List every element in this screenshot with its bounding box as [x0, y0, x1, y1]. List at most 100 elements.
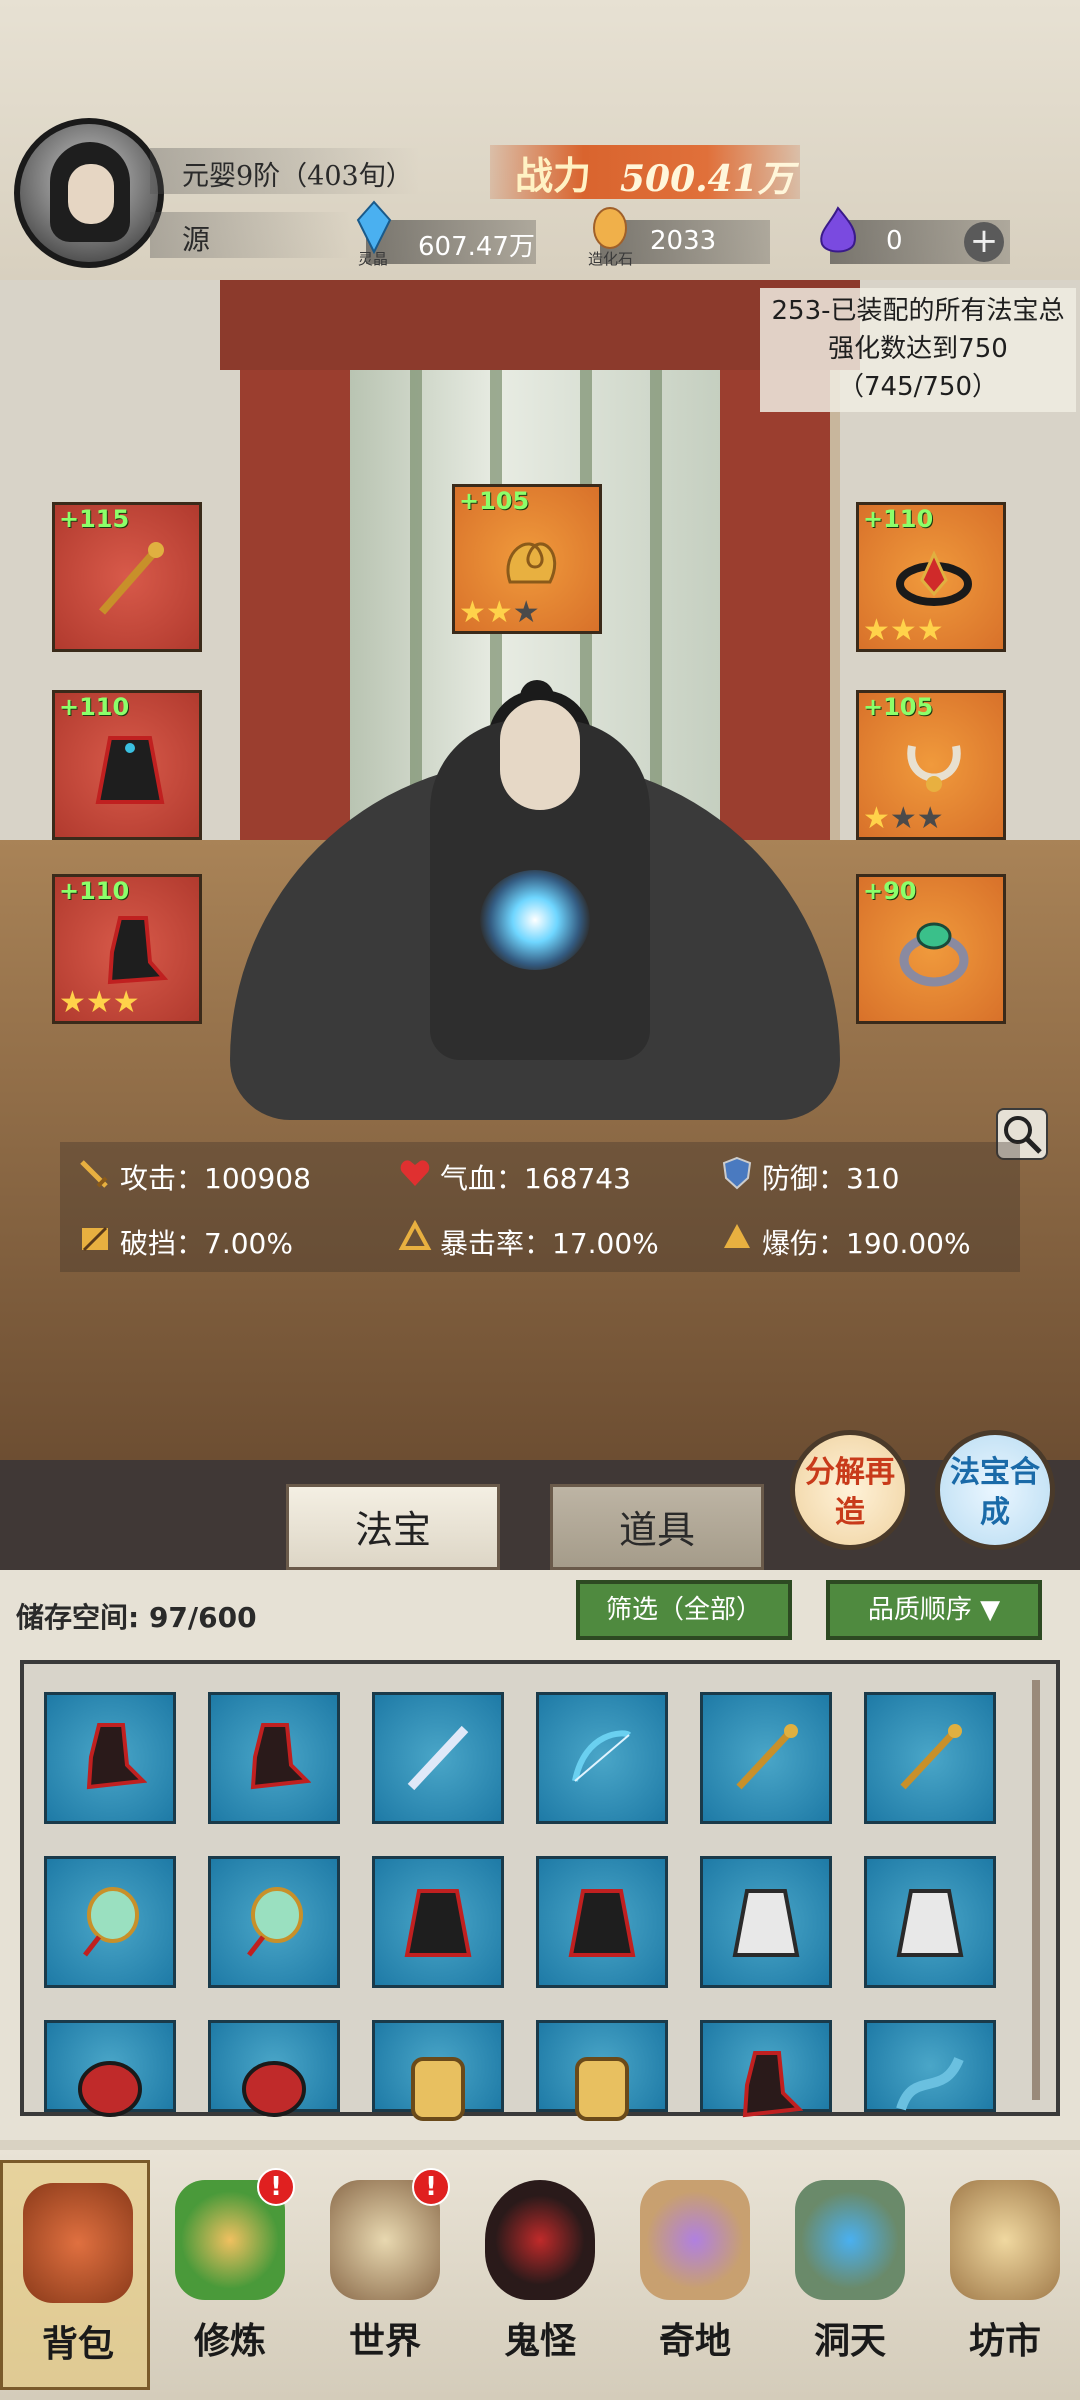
add-resource-button[interactable]: + — [964, 222, 1004, 262]
dragon-icon — [896, 2056, 964, 2111]
nav-wonderland[interactable]: 奇地 — [620, 2160, 770, 2390]
nav-label: 背包 — [41, 2323, 114, 2365]
break-icon — [82, 1226, 108, 1252]
tab-treasure[interactable]: 法宝 — [286, 1484, 500, 1570]
hp-stat: 气血：168743 — [440, 1162, 631, 1195]
nav-world[interactable]: ! 世界 — [310, 2160, 460, 2390]
chevron-down-icon: ▼ — [980, 1595, 1001, 1625]
heart-icon — [400, 1160, 430, 1186]
break-stat: 破挡：7.00% — [120, 1227, 293, 1260]
equip-slot-ring[interactable]: +90 — [856, 874, 1006, 1024]
nav-label: 坊市 — [968, 2320, 1041, 2362]
ring-icon — [899, 922, 969, 987]
bow-icon — [572, 1730, 632, 1782]
inventory-item[interactable] — [208, 1856, 340, 1988]
crystal-caption: 灵晶 — [358, 250, 389, 268]
equip-level: +110 — [59, 877, 130, 905]
inventory-item[interactable] — [700, 1692, 832, 1824]
inventory-item[interactable] — [208, 2020, 340, 2117]
equip-slot-top[interactable]: +105 ★★★ — [452, 484, 602, 634]
equip-level: +105 — [459, 487, 530, 515]
crit-damage-icon — [724, 1224, 750, 1248]
equip-level: +105 — [863, 693, 934, 721]
nav-monsters[interactable]: 鬼怪 — [465, 2160, 615, 2390]
crit-damage-stat: 爆伤：190.00% — [762, 1227, 971, 1260]
boots-icon — [742, 2051, 803, 2118]
equip-level: +110 — [863, 505, 934, 533]
mask-icon — [78, 2061, 142, 2117]
inventory-item[interactable] — [700, 1856, 832, 1988]
boots-icon — [250, 1723, 311, 1790]
equip-slot-crown[interactable]: +110 ★★★ — [856, 502, 1006, 652]
power-value: 500.41万 — [620, 158, 794, 200]
portal-icon — [795, 2180, 905, 2300]
nav-cave[interactable]: 洞天 — [775, 2160, 925, 2390]
nav-label: 奇地 — [658, 2320, 731, 2362]
subname-bar — [150, 212, 350, 258]
equip-stars: ★★★ — [863, 613, 944, 648]
robe-icon — [404, 1889, 472, 1957]
inventory-item[interactable] — [700, 2020, 832, 2118]
equip-stars: ★★★ — [59, 985, 140, 1020]
storage-capacity: 储存空间: 97/600 — [16, 1601, 257, 1634]
necklace-icon — [907, 745, 961, 792]
alert-badge: ! — [412, 2168, 450, 2206]
inventory-item[interactable] — [864, 2020, 996, 2112]
stall-icon — [950, 2180, 1060, 2300]
nav-label: 洞天 — [813, 2320, 886, 2362]
spirit-orb — [480, 870, 590, 970]
filter-dropdown[interactable]: 筛选（全部） — [576, 1580, 792, 1640]
sword-icon — [407, 1725, 469, 1791]
mirror-icon — [247, 1887, 303, 1957]
equip-slot-robe[interactable]: +110 — [52, 690, 202, 840]
gold-armor-icon — [575, 2057, 629, 2121]
inventory-item[interactable] — [44, 1692, 176, 1824]
nav-bag[interactable]: 背包 — [0, 2160, 150, 2390]
tab-bar — [0, 1460, 1080, 1570]
synthesize-button[interactable]: 法宝合成 — [935, 1430, 1055, 1550]
inventory-item[interactable] — [44, 2020, 176, 2117]
tab-items[interactable]: 道具 — [550, 1484, 764, 1570]
stone-icon — [593, 207, 627, 249]
boots-icon — [86, 1723, 147, 1790]
egg-icon — [485, 2180, 595, 2300]
defense-stat: 防御：310 — [762, 1162, 900, 1195]
inventory-item[interactable] — [864, 1692, 996, 1824]
player-avatar[interactable] — [14, 118, 164, 268]
inventory-item[interactable] — [536, 2020, 668, 2121]
staff-icon — [736, 1724, 798, 1790]
inventory-item[interactable] — [208, 1692, 340, 1824]
inventory-item[interactable] — [372, 1856, 504, 1988]
equip-slot-weapon[interactable]: +115 — [52, 502, 202, 652]
crit-icon — [398, 1220, 432, 1250]
character-head — [500, 700, 580, 810]
sword-icon — [80, 1160, 108, 1188]
robe-icon — [568, 1889, 636, 1957]
boots-icon — [107, 916, 169, 985]
nav-cultivate[interactable]: ! 修炼 — [155, 2160, 305, 2390]
attack-stat: 攻击：100908 — [120, 1162, 311, 1195]
crystal-value: 607.47万 — [418, 232, 535, 262]
stone-caption: 造化石 — [588, 250, 634, 268]
inventory-item[interactable] — [372, 2020, 504, 2121]
decompose-button[interactable]: 分解再造 — [790, 1430, 910, 1550]
power-label: 战力 — [515, 153, 592, 198]
right-door — [720, 370, 830, 870]
inventory-item[interactable] — [372, 1692, 504, 1824]
inventory-item[interactable] — [864, 1856, 996, 1988]
inventory-item[interactable] — [44, 1856, 176, 1988]
inventory-item[interactable] — [536, 1692, 668, 1824]
shield-icon — [722, 1156, 752, 1190]
sort-dropdown[interactable]: 品质顺序 ▼ — [826, 1580, 1042, 1640]
mask-icon — [242, 2061, 306, 2117]
gold-talisman-icon — [506, 542, 557, 584]
soul-flame-icon — [820, 206, 856, 253]
inventory-scrollbar[interactable] — [1032, 1680, 1040, 2100]
nav-market[interactable]: 坊市 — [930, 2160, 1080, 2390]
white-robe-icon — [732, 1889, 800, 1957]
equip-slot-boots[interactable]: +110 ★★★ — [52, 874, 202, 1024]
inventory-item[interactable] — [536, 1856, 668, 1988]
nav-label: 鬼怪 — [503, 2320, 576, 2362]
equip-slot-necklace[interactable]: +105 ★★★ — [856, 690, 1006, 840]
soul-flame-value: 0 — [886, 226, 903, 256]
